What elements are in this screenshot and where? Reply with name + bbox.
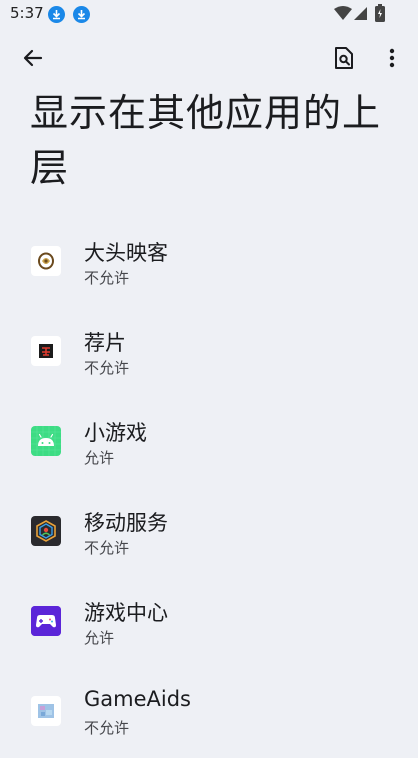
list-item[interactable]: 游戏中心 允许 bbox=[0, 578, 418, 668]
list-item[interactable]: 大头映客 不允许 bbox=[0, 218, 418, 308]
app-permission-status: 不允许 bbox=[84, 359, 130, 377]
app-permission-status: 允许 bbox=[84, 629, 115, 647]
more-options-button[interactable] bbox=[372, 40, 412, 80]
app-permission-status: 不允许 bbox=[84, 719, 130, 737]
back-button[interactable] bbox=[13, 40, 53, 80]
status-time: 5:37 bbox=[10, 4, 44, 22]
app-name: 大头映客 bbox=[84, 241, 168, 265]
jianpian-app-icon bbox=[31, 336, 61, 366]
gameaids-app-icon bbox=[31, 696, 61, 726]
yingke-app-icon bbox=[31, 246, 61, 276]
app-name: 小游戏 bbox=[84, 421, 147, 445]
app-name: 荐片 bbox=[84, 331, 126, 355]
list-item[interactable]: GameAids 不允许 bbox=[0, 668, 418, 758]
page-title: 显示在其他应用的上层 bbox=[30, 91, 382, 190]
battery-icon bbox=[375, 4, 385, 26]
list-item[interactable]: 小游戏 允许 bbox=[0, 398, 418, 488]
search-document-icon bbox=[334, 46, 354, 74]
cellular-signal-icon bbox=[353, 6, 368, 25]
app-permission-status: 不允许 bbox=[84, 539, 130, 557]
download-icon bbox=[73, 6, 90, 23]
app-permission-status: 不允许 bbox=[84, 269, 130, 287]
arrow-back-icon bbox=[23, 48, 43, 72]
app-bar bbox=[0, 36, 418, 84]
wifi-icon bbox=[334, 6, 352, 25]
app-name: 移动服务 bbox=[84, 511, 168, 535]
download-icon bbox=[48, 6, 65, 23]
list-item[interactable]: 荐片 不允许 bbox=[0, 308, 418, 398]
status-bar: 5:37 bbox=[0, 0, 418, 30]
search-settings-button[interactable] bbox=[324, 40, 364, 80]
more-vert-icon bbox=[389, 48, 395, 72]
app-name: 游戏中心 bbox=[84, 601, 168, 625]
app-permission-status: 允许 bbox=[84, 449, 115, 467]
app-name: GameAids bbox=[84, 687, 191, 711]
game-center-app-icon bbox=[31, 606, 61, 636]
android-app-icon bbox=[31, 426, 61, 456]
mobile-services-app-icon bbox=[31, 516, 61, 546]
list-item[interactable]: 移动服务 不允许 bbox=[0, 488, 418, 578]
